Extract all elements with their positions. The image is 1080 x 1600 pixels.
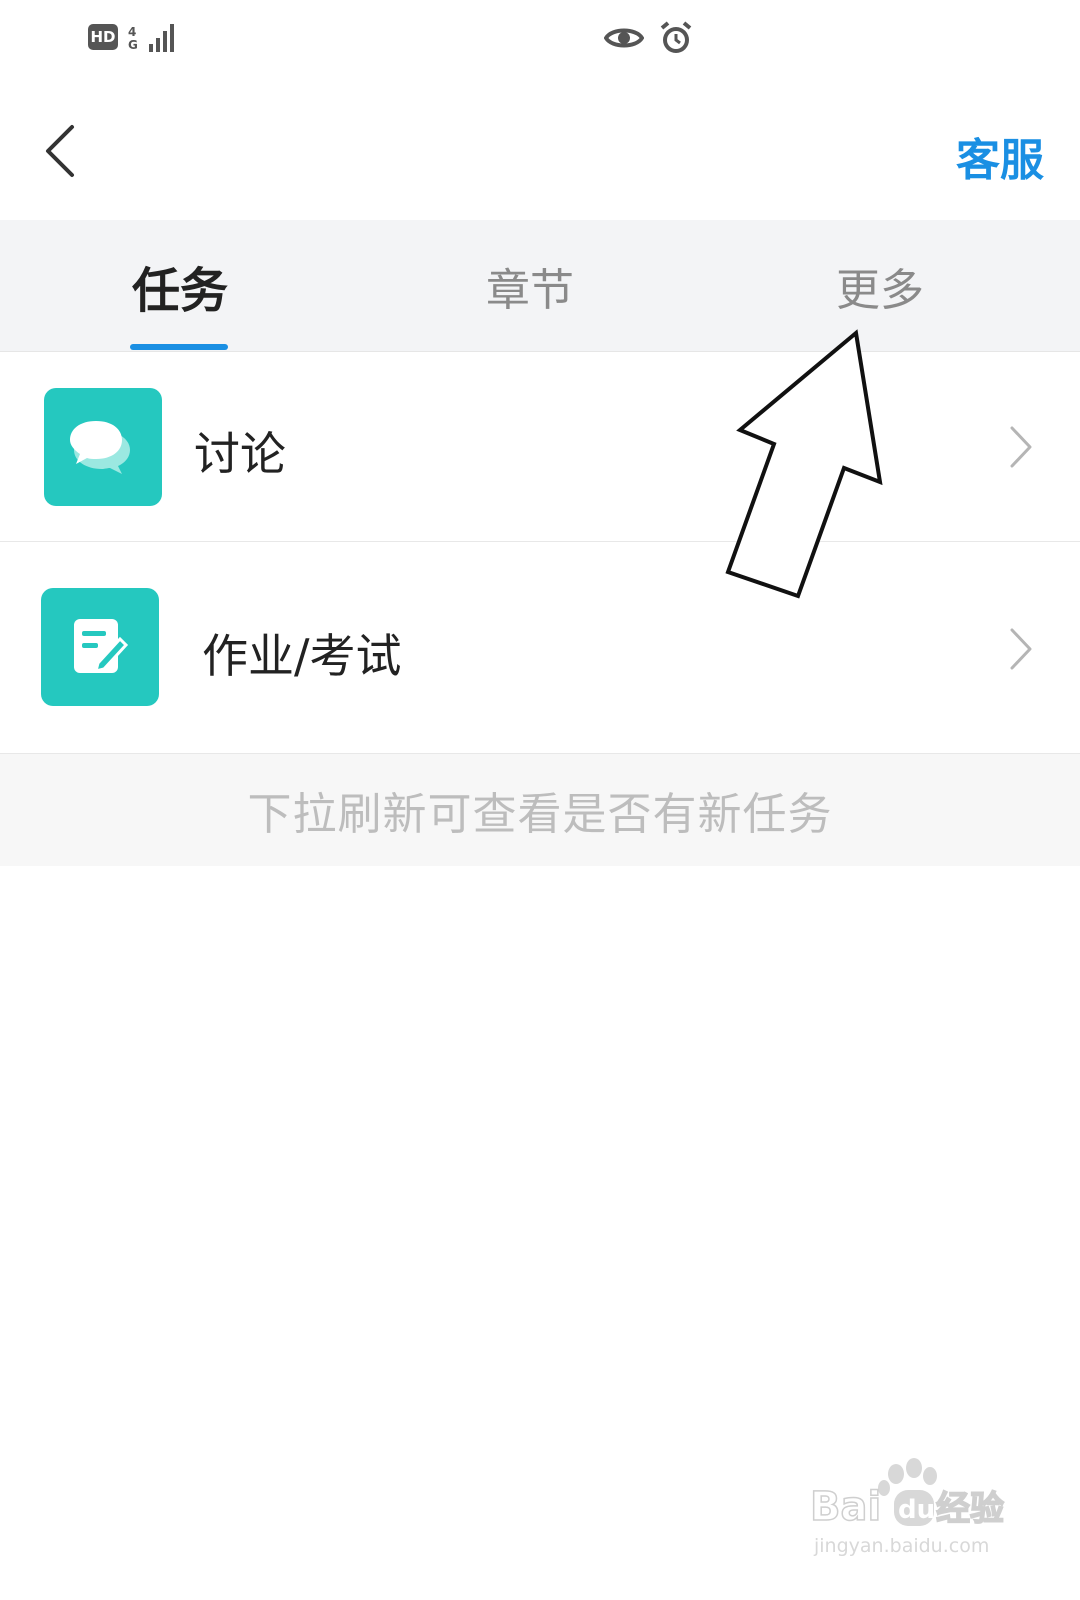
tab-chapters[interactable]: 章节 xyxy=(450,220,610,351)
chat-bubbles-icon xyxy=(44,388,162,506)
customer-service-button[interactable]: 客服 xyxy=(956,124,1044,188)
tab-more[interactable]: 更多 xyxy=(800,220,960,351)
signal-bars-icon xyxy=(149,22,174,52)
alarm-icon xyxy=(660,21,692,53)
list-item-discussion[interactable]: 讨论 xyxy=(0,352,1080,542)
watermark-du: du xyxy=(898,1495,935,1525)
baidu-jingyan-watermark: Bai du 经验 jingyan.baidu.com xyxy=(806,1452,1016,1572)
list-item-homework-exam[interactable]: 作业/考试 xyxy=(0,542,1080,754)
status-left: HD 4G xyxy=(88,22,174,52)
chevron-left-icon xyxy=(46,125,74,177)
eye-icon xyxy=(604,28,644,48)
status-right xyxy=(604,20,694,56)
refresh-hint-text: 下拉刷新可查看是否有新任务 xyxy=(247,789,833,840)
app-header: 客服 xyxy=(0,80,1080,220)
tab-tasks[interactable]: 任务 xyxy=(100,220,260,351)
watermark-bai: Bai xyxy=(810,1484,881,1530)
list-item-label: 作业/考试 xyxy=(202,629,402,683)
edit-note-icon xyxy=(41,588,159,706)
back-button[interactable] xyxy=(30,116,90,186)
watermark-jingyan: 经验 xyxy=(936,1489,1004,1529)
status-bar: HD 4G xyxy=(0,0,1080,80)
list-item-label: 讨论 xyxy=(194,427,286,481)
hd-badge: HD xyxy=(88,24,118,50)
refresh-hint-area: 下拉刷新可查看是否有新任务 xyxy=(0,754,1080,866)
network-type: 4G xyxy=(128,25,138,52)
network-indicator: 4G xyxy=(128,22,174,52)
chevron-right-icon xyxy=(1010,628,1032,670)
active-tab-indicator xyxy=(130,344,228,350)
watermark-url: jingyan.baidu.com xyxy=(813,1535,989,1557)
tab-bar: 任务 章节 更多 xyxy=(0,220,1080,352)
chevron-right-icon xyxy=(1010,426,1032,468)
